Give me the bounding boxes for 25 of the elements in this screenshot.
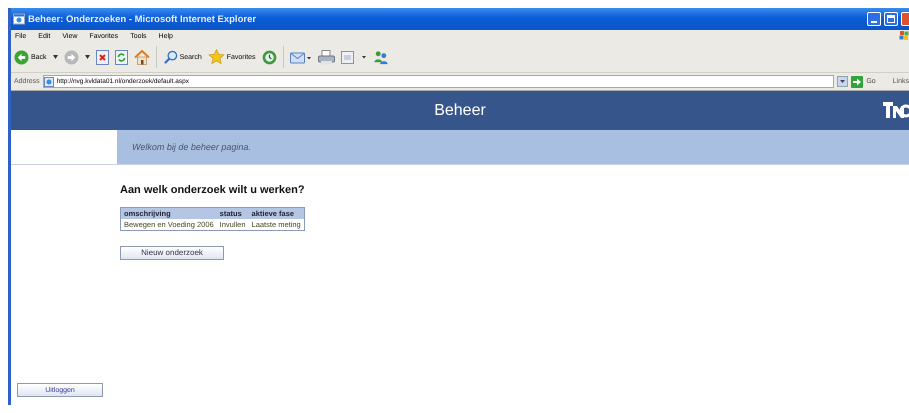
envelope-icon[interactable] xyxy=(290,50,312,64)
caret-icon[interactable] xyxy=(52,55,58,59)
welcome-message: Welkom bij de beheer pagina. xyxy=(132,142,251,152)
printer-icon[interactable] xyxy=(318,50,335,64)
windows-logo-icon xyxy=(899,31,909,41)
clock-icon[interactable] xyxy=(262,50,277,64)
house-icon[interactable] xyxy=(134,50,150,64)
browser-icon xyxy=(13,13,25,25)
close-button[interactable] xyxy=(901,12,909,26)
stop-icon[interactable] xyxy=(96,50,109,64)
search-icon[interactable] xyxy=(162,50,178,64)
document-icon[interactable] xyxy=(340,50,367,64)
new-survey-button[interactable]: Nieuw onderzoek xyxy=(120,246,224,260)
window-title: Beheer: Onderzoeken - Microsoft Internet Explorer xyxy=(28,14,258,24)
page-icon xyxy=(44,76,54,86)
dropdown-button[interactable] xyxy=(837,76,848,87)
minimize-button[interactable] xyxy=(867,12,881,26)
refresh-icon[interactable] xyxy=(114,50,128,64)
section-heading: Aan welk onderzoek wilt u werken? xyxy=(120,184,305,196)
page-title: Beheer xyxy=(434,102,486,120)
arrow-icon xyxy=(851,76,864,88)
star-icon[interactable] xyxy=(208,49,225,65)
people-icon[interactable] xyxy=(372,50,389,64)
maximize-button[interactable] xyxy=(884,12,898,26)
caret-icon[interactable] xyxy=(84,55,90,59)
